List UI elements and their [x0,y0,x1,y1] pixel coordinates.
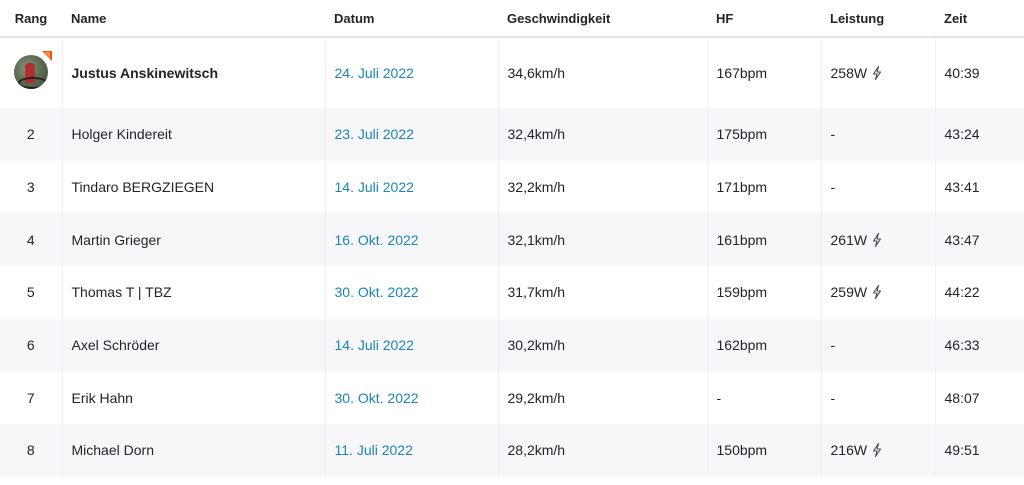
column-header-name[interactable]: Name [62,0,325,38]
column-header-speed[interactable]: Geschwindigkeit [498,0,707,38]
hr-cell: 159bpm [706,266,821,319]
table-row: 6 Axel Schröder 14. Juli 2022 30,2km/h 1… [0,318,1024,372]
hr-cell: 162bpm [706,318,821,372]
power-value: 216W [830,442,868,459]
table-row: 3 Tindaro BERGZIEGEN 14. Juli 2022 32,2k… [0,160,1024,214]
table-row: 2 Holger Kindereit 23. Juli 2022 32,4km/… [0,108,1024,161]
column-header-rank[interactable]: Rang [0,0,62,38]
rank-cell: 8 [26,442,35,459]
power-cell: - [820,318,935,372]
power-cell: - [820,108,935,161]
rank-cell: 6 [26,337,35,354]
avatar[interactable] [13,50,52,89]
rank-cell [0,37,62,108]
time-cell: 43:24 [934,108,1024,161]
date-link[interactable]: 24. Juli 2022 [324,37,498,108]
time-cell: 48:07 [934,371,1024,425]
table-row: 5 Thomas T | TBZ 30. Okt. 2022 31,7km/h … [0,266,1024,319]
athlete-name-link[interactable]: Martin Grieger [61,213,325,267]
speed-cell: 32,1km/h [497,213,707,267]
power-cell: 216W [820,424,935,477]
time-cell: 43:41 [934,160,1024,214]
power-value: 259W [830,284,868,301]
rank-cell: 5 [26,284,35,301]
power-cell: - [820,160,935,214]
athlete-name-link[interactable]: Axel Schröder [61,318,325,372]
column-header-hr[interactable]: HF [707,0,821,38]
rank-cell: 4 [26,231,35,248]
table-row: 7 Erik Hahn 30. Okt. 2022 29,2km/h - - 4… [0,371,1024,425]
rank-cell: 7 [26,389,35,406]
hr-cell: 175bpm [706,108,821,161]
time-cell: 49:51 [934,424,1024,477]
column-header-time[interactable]: Zeit [935,0,1024,38]
speed-cell: 31,7km/h [497,266,707,319]
lightning-bolt-icon [873,66,882,80]
date-link[interactable]: 30. Okt. 2022 [324,266,498,319]
athlete-name-link[interactable]: Tindaro BERGZIEGEN [61,160,325,214]
athlete-name-link[interactable]: Justus Anskinewitsch [61,37,325,108]
hr-cell: 150bpm [706,424,821,477]
column-header-date[interactable]: Datum [325,0,498,38]
speed-cell: 29,2km/h [497,371,707,425]
athlete-name-link[interactable]: Holger Kindereit [61,108,325,161]
date-link[interactable]: 14. Juli 2022 [324,160,498,214]
lightning-bolt-icon [873,443,882,458]
power-value: 258W [830,65,868,81]
rank-cell: 3 [26,179,35,196]
time-cell: 46:33 [934,318,1024,372]
date-link[interactable]: 14. Juli 2022 [324,318,498,372]
date-link[interactable]: 30. Okt. 2022 [324,371,498,425]
power-cell: 261W [820,213,935,267]
power-value: - [830,179,836,196]
time-cell: 40:39 [934,37,1024,108]
time-cell: 43:47 [934,213,1024,267]
date-link[interactable]: 11. Juli 2022 [324,424,498,477]
header-row: Rang Name Datum Geschwindigkeit HF Leist… [0,0,1024,38]
hr-cell: 167bpm [706,37,821,108]
athlete-name-link[interactable]: Michael Dorn [61,424,325,477]
power-value: - [830,389,836,406]
athlete-name-link[interactable]: Erik Hahn [61,371,325,425]
lightning-bolt-icon [873,285,882,300]
column-header-power[interactable]: Leistung [821,0,935,38]
speed-cell: 32,4km/h [497,108,707,161]
table-row: 8 Michael Dorn 11. Juli 2022 28,2km/h 15… [0,424,1024,477]
power-value: - [830,126,836,143]
power-cell: 259W [820,266,935,319]
athlete-name-link[interactable]: Thomas T | TBZ [61,266,325,319]
crown-icon [41,50,52,61]
lightning-bolt-icon [873,232,882,247]
speed-cell: 28,2km/h [497,424,707,477]
power-cell: - [820,371,935,425]
power-value: 261W [830,231,868,248]
power-cell: 258W [820,37,935,108]
table-row: 4 Martin Grieger 16. Okt. 2022 32,1km/h … [0,213,1024,267]
date-link[interactable]: 16. Okt. 2022 [324,213,498,267]
time-cell: 44:22 [934,266,1024,319]
leaderboard-table: Rang Name Datum Geschwindigkeit HF Leist… [0,0,1024,477]
speed-cell: 30,2km/h [497,318,707,372]
rank-cell: 2 [26,126,35,143]
hr-cell: 161bpm [706,213,821,267]
speed-cell: 32,2km/h [497,160,707,214]
speed-cell: 34,6km/h [497,37,707,108]
date-link[interactable]: 23. Juli 2022 [324,108,498,161]
power-value: - [830,337,836,354]
hr-cell: 171bpm [706,160,821,214]
table-row: Justus Anskinewitsch 24. Juli 2022 34,6k… [0,37,1024,108]
hr-cell: - [706,371,821,425]
